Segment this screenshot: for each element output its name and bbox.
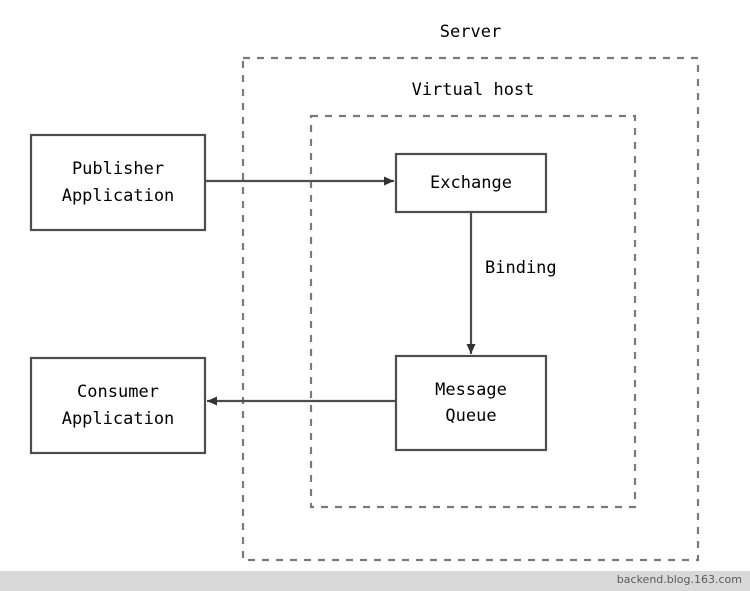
virtual-host-label: Virtual host [311,80,635,100]
footer-watermark: backend.blog.163.com [616,573,742,586]
server-label: Server [243,22,698,42]
message-queue-box[interactable] [394,354,548,452]
consumer-application-box[interactable] [29,356,207,455]
diagram-canvas: Server Virtual host Publisher Applicatio… [0,0,750,591]
virtual-host-label-text: Virtual host [411,80,535,100]
server-label-text: Server [439,22,502,42]
exchange-box[interactable] [394,152,548,214]
publisher-application-box[interactable] [29,133,207,232]
binding-edge-label-text: Binding [485,258,557,278]
binding-edge-label: Binding [485,258,557,278]
